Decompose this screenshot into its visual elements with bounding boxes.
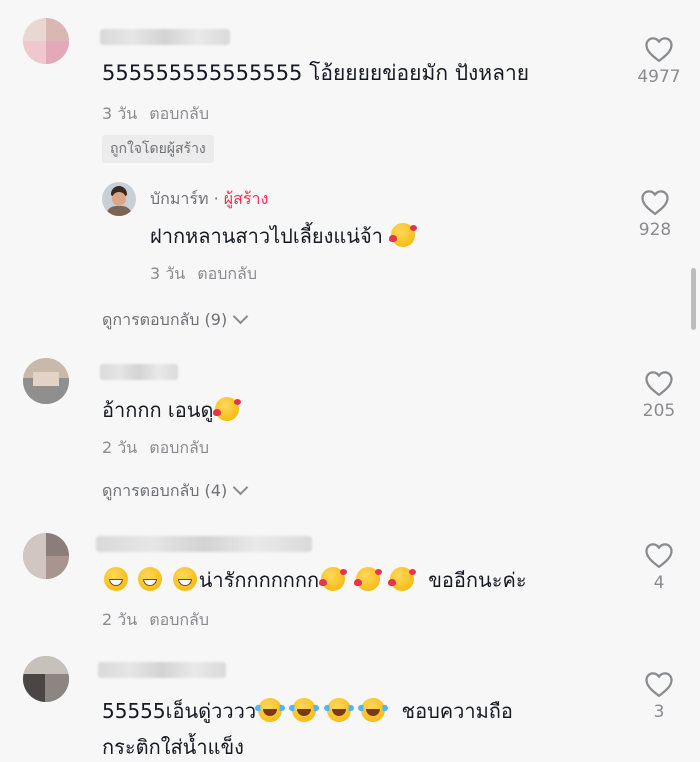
comment-item: อ้ากกก เอนดู 2 วัน ตอบกลับ 205 ดูการตอบกล… xyxy=(0,350,700,510)
comment-item: น่ารักกกกกกก ขออีกนะค่ะ 2 วัน ตอบกลับ 4 xyxy=(0,525,700,635)
avatar[interactable] xyxy=(23,18,69,64)
comment-text: น่ารักกกกกกก ขออีกนะค่ะ xyxy=(102,565,527,595)
username-blurred[interactable] xyxy=(96,536,312,552)
chevron-down-icon xyxy=(232,479,249,496)
reply-text: ฝากหลานสาวไปเลี้ยงแน่จ้า xyxy=(150,224,383,248)
grinning-face-emoji xyxy=(138,567,163,591)
timestamp: 3 วัน xyxy=(102,104,138,123)
username-blurred[interactable] xyxy=(100,364,178,380)
like-button[interactable]: 3 xyxy=(629,670,689,722)
comment-meta: 2 วัน ตอบกลับ xyxy=(102,436,209,461)
smiling-face-with-hearts-emoji xyxy=(389,223,418,247)
reply-button[interactable]: ตอบกลับ xyxy=(197,264,257,283)
comment-meta: 2 วัน ตอบกลับ xyxy=(102,608,209,633)
chevron-down-icon xyxy=(232,308,249,325)
smiling-face-with-hearts-emoji xyxy=(353,567,382,591)
like-count: 928 xyxy=(638,220,672,240)
view-replies-label: ดูการตอบกลับ (4) xyxy=(102,481,228,500)
comment-text-content: น่ารักกกกกกก xyxy=(198,568,320,592)
like-button[interactable]: 4977 xyxy=(629,35,689,87)
heart-outline-icon xyxy=(645,371,673,396)
comment-text: 55555เอ็นดู่วววว ชอบความถือ xyxy=(102,696,513,726)
like-count: 4977 xyxy=(637,67,681,87)
heart-outline-icon xyxy=(641,190,669,215)
reply-button[interactable]: ตอบกลับ xyxy=(149,104,209,123)
comment-text-content: อ้ากกก เอนดู xyxy=(102,398,214,422)
heart-outline-icon xyxy=(645,543,673,568)
face-with-tears-of-joy-emoji xyxy=(255,698,286,722)
timestamp: 3 วัน xyxy=(150,264,186,283)
smiling-face-with-hearts-emoji xyxy=(213,397,242,421)
username-blurred[interactable] xyxy=(100,29,230,45)
heart-outline-icon xyxy=(645,672,673,697)
creator-name-row: บักมาร์ท · ผู้สร้าง xyxy=(150,187,268,212)
comment-text-tail: ชอบความถือ xyxy=(401,699,513,723)
creator-label: ผู้สร้าง xyxy=(223,189,269,208)
avatar[interactable] xyxy=(23,533,69,579)
like-button[interactable]: 928 xyxy=(625,188,685,240)
grinning-face-emoji xyxy=(104,567,128,591)
like-count: 4 xyxy=(653,573,665,593)
liked-by-creator-badge: ถูกใจโดยผู้สร้าง xyxy=(102,135,214,163)
comment-item: 555555555555555 โอ้ยยยยข่อยมัก ปังหลาย 3… xyxy=(0,0,700,340)
scrollbar[interactable] xyxy=(691,268,696,330)
like-count: 205 xyxy=(642,401,676,421)
grinning-face-emoji xyxy=(172,567,197,591)
view-replies-button[interactable]: ดูการตอบกลับ (4) xyxy=(102,479,249,504)
smiling-face-with-hearts-emoji xyxy=(319,567,348,591)
like-button[interactable]: 205 xyxy=(629,369,689,421)
comment-text-tail: ขออีกนะค่ะ xyxy=(428,568,527,592)
comment-text-line2: กระติกใส่น้ำแข็ง xyxy=(102,735,244,759)
like-count: 3 xyxy=(653,702,665,722)
separator: · xyxy=(208,189,224,208)
username-blurred[interactable] xyxy=(98,662,226,678)
face-with-tears-of-joy-emoji xyxy=(358,698,389,722)
view-replies-label: ดูการตอบกลับ (9) xyxy=(102,310,228,329)
timestamp: 2 วัน xyxy=(102,438,138,457)
comment-text-content: 55555เอ็นดู่วววว xyxy=(102,699,257,723)
like-button[interactable]: 4 xyxy=(629,541,689,593)
face-with-tears-of-joy-emoji xyxy=(323,698,354,722)
creator-avatar[interactable] xyxy=(102,182,136,216)
comment-item: 55555เอ็นดู่วววว ชอบความถือ กระติกใส่น้ำ… xyxy=(0,650,700,761)
heart-outline-icon xyxy=(645,37,673,62)
smiling-face-with-hearts-emoji xyxy=(387,567,416,591)
comment-meta: 3 วัน ตอบกลับ xyxy=(102,102,209,127)
comment-text: อ้ากกก เอนดู xyxy=(102,395,242,425)
creator-username[interactable]: บักมาร์ท xyxy=(150,189,209,208)
avatar[interactable] xyxy=(23,358,69,404)
timestamp: 2 วัน xyxy=(102,610,138,629)
creator-reply-meta: 3 วัน ตอบกลับ xyxy=(150,262,257,287)
view-replies-button[interactable]: ดูการตอบกลับ (9) xyxy=(102,308,249,333)
creator-reply-text: ฝากหลานสาวไปเลี้ยงแน่จ้า xyxy=(150,221,418,251)
reply-button[interactable]: ตอบกลับ xyxy=(149,610,209,629)
face-with-tears-of-joy-emoji xyxy=(289,698,320,722)
comment-text: 555555555555555 โอ้ยยยยข่อยมัก ปังหลาย xyxy=(102,61,530,85)
reply-button[interactable]: ตอบกลับ xyxy=(149,438,209,457)
avatar[interactable] xyxy=(23,656,69,702)
